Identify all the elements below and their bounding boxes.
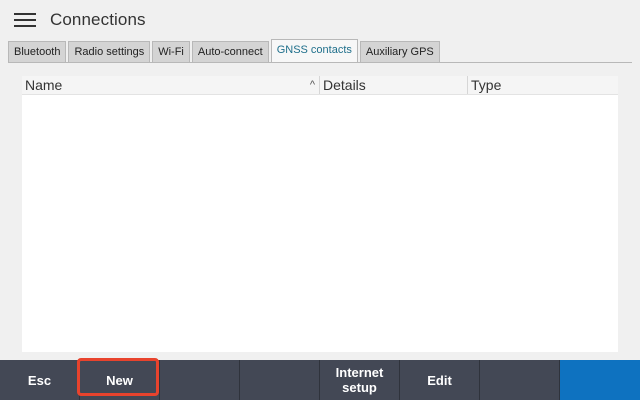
- list-header: Name ^ Details Type: [22, 76, 618, 95]
- tab-divider: [8, 62, 632, 63]
- column-header-type[interactable]: Type: [468, 76, 618, 94]
- esc-button[interactable]: Esc: [0, 360, 80, 400]
- tab-auxiliary-gps[interactable]: Auxiliary GPS: [359, 41, 440, 62]
- empty-softkey-3: [160, 360, 240, 400]
- gnss-contacts-list[interactable]: Name ^ Details Type: [22, 76, 618, 352]
- new-button[interactable]: New: [77, 358, 160, 400]
- footer-toolbar: Esc New Internet setup Edit: [0, 358, 640, 400]
- tab-wifi[interactable]: Wi-Fi: [152, 41, 190, 62]
- page-title: Connections: [50, 10, 146, 29]
- edit-button[interactable]: Edit: [400, 360, 480, 400]
- chevron-up-icon: ^: [309, 79, 315, 91]
- tab-bar: Bluetooth Radio settings Wi-Fi Auto-conn…: [8, 39, 442, 63]
- column-header-label: Details: [323, 77, 366, 93]
- tab-radio-settings[interactable]: Radio settings: [68, 41, 151, 62]
- column-header-label: Name: [25, 77, 63, 93]
- header-bar: Connections: [0, 0, 640, 40]
- tab-bluetooth[interactable]: Bluetooth: [8, 41, 67, 62]
- tab-gnss-contacts[interactable]: GNSS contacts: [270, 39, 358, 62]
- empty-softkey-4: [240, 360, 320, 400]
- column-header-label: Type: [471, 77, 502, 93]
- column-header-name[interactable]: Name ^: [22, 76, 320, 94]
- hamburger-menu-icon[interactable]: [14, 12, 36, 28]
- empty-softkey-7: [480, 360, 560, 400]
- internet-setup-button[interactable]: Internet setup: [320, 360, 400, 400]
- tab-auto-connect[interactable]: Auto-connect: [191, 41, 269, 62]
- column-header-details[interactable]: Details: [320, 76, 468, 94]
- blue-softkey[interactable]: [560, 360, 640, 400]
